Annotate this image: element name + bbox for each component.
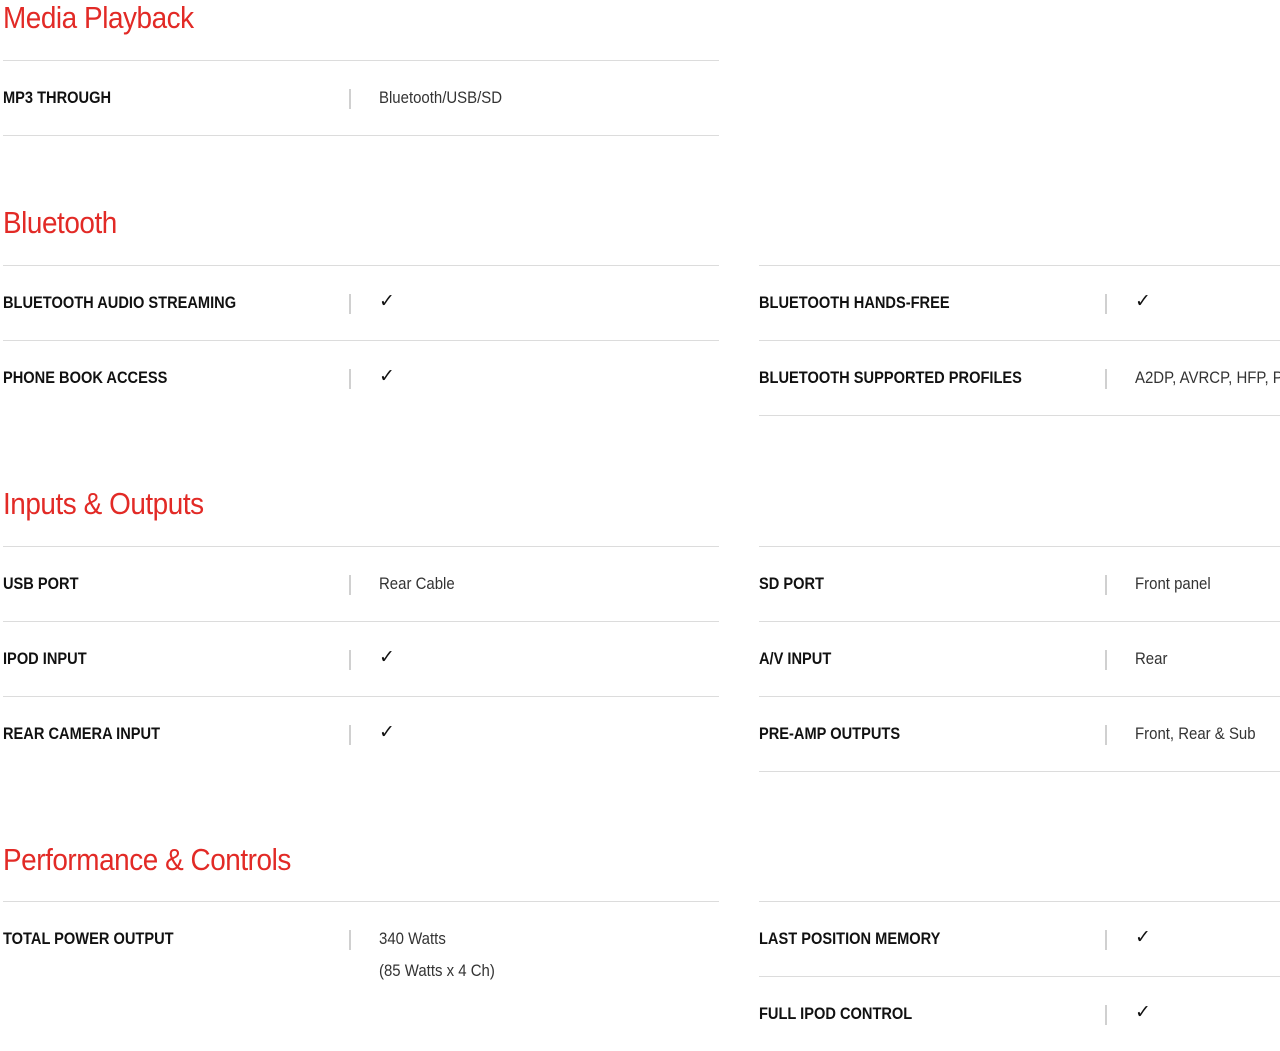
spec-label: PHONE BOOK ACCESS	[3, 368, 168, 387]
spec-value: 340 Watts (85 Watts x 4 Ch)	[379, 929, 495, 981]
spec-row-usb-port: USB PORT Rear Cable	[3, 546, 719, 622]
separator	[1105, 650, 1107, 670]
separator	[349, 725, 351, 745]
spec-label: BLUETOOTH SUPPORTED PROFILES	[759, 368, 1022, 387]
spec-row-total-power-output: TOTAL POWER OUTPUT 340 Watts (85 Watts x…	[3, 901, 719, 980]
spec-label: TOTAL POWER OUTPUT	[3, 929, 174, 948]
check-icon: ✓	[1135, 290, 1151, 312]
spec-label: MP3 THROUGH	[3, 88, 112, 107]
separator	[1105, 369, 1107, 389]
separator	[1105, 294, 1107, 314]
spec-value: Front, Rear & Sub	[1135, 724, 1256, 743]
check-icon: ✓	[379, 721, 395, 743]
spec-row-rear-camera-input: REAR CAMERA INPUT ✓	[3, 697, 719, 771]
spec-label: REAR CAMERA INPUT	[3, 724, 161, 743]
separator	[349, 575, 351, 595]
spec-row-av-input: A/V INPUT Rear	[759, 622, 1280, 697]
separator	[1105, 1005, 1107, 1025]
spec-row-ipod-input: IPOD INPUT ✓	[3, 622, 719, 697]
spec-value: A2DP, AVRCP, HFP, PBA	[1135, 368, 1280, 387]
performance-spec-list-left: TOTAL POWER OUTPUT 340 Watts (85 Watts x…	[3, 901, 719, 980]
spec-label: SD PORT	[759, 574, 824, 593]
spec-row-last-position-memory: LAST POSITION MEMORY ✓	[759, 901, 1280, 977]
media-playback-spec-list: MP3 THROUGH Bluetooth/USB/SD	[3, 60, 719, 136]
section-title-bluetooth: Bluetooth	[3, 205, 117, 240]
spec-label: BLUETOOTH AUDIO STREAMING	[3, 293, 237, 312]
spec-value: Rear	[1135, 649, 1168, 668]
separator	[1105, 725, 1107, 745]
separator	[349, 369, 351, 389]
spec-label: IPOD INPUT	[3, 649, 87, 668]
spec-row-full-ipod-control: FULL IPOD CONTROL ✓	[759, 977, 1280, 1051]
spec-value: Bluetooth/USB/SD	[379, 88, 503, 107]
spec-value: Rear Cable	[379, 574, 455, 593]
check-icon: ✓	[1135, 926, 1151, 948]
spec-row-bluetooth-supported-profiles: BLUETOOTH SUPPORTED PROFILES A2DP, AVRCP…	[759, 341, 1280, 416]
section-title-performance-controls: Performance & Controls	[3, 842, 291, 877]
bluetooth-spec-list-left: BLUETOOTH AUDIO STREAMING ✓ PHONE BOOK A…	[3, 265, 719, 415]
spec-label: BLUETOOTH HANDS-FREE	[759, 293, 950, 312]
spec-value-line2: (85 Watts x 4 Ch)	[379, 961, 495, 980]
check-icon: ✓	[379, 290, 395, 312]
separator	[349, 89, 351, 109]
spec-row-bluetooth-hands-free: BLUETOOTH HANDS-FREE ✓	[759, 265, 1280, 341]
spec-row-sd-port: SD PORT Front panel	[759, 546, 1280, 622]
check-icon: ✓	[1135, 1001, 1151, 1023]
spec-row-phone-book-access: PHONE BOOK ACCESS ✓	[3, 341, 719, 415]
separator	[349, 650, 351, 670]
spec-value: Front panel	[1135, 574, 1211, 593]
spec-label: PRE-AMP OUTPUTS	[759, 724, 901, 743]
check-icon: ✓	[379, 365, 395, 387]
spec-label: USB PORT	[3, 574, 79, 593]
section-title-media-playback: Media Playback	[3, 0, 194, 35]
spec-label: FULL IPOD CONTROL	[759, 1004, 913, 1023]
spec-label: LAST POSITION MEMORY	[759, 929, 941, 948]
io-spec-list-right: SD PORT Front panel A/V INPUT Rear PRE-A…	[759, 546, 1280, 772]
bluetooth-spec-list-right: BLUETOOTH HANDS-FREE ✓ BLUETOOTH SUPPORT…	[759, 265, 1280, 416]
performance-spec-list-right: LAST POSITION MEMORY ✓ FULL IPOD CONTROL…	[759, 901, 1280, 1051]
separator	[349, 294, 351, 314]
spec-label: A/V INPUT	[759, 649, 832, 668]
io-spec-list-left: USB PORT Rear Cable IPOD INPUT ✓ REAR CA…	[3, 546, 719, 771]
spec-row-pre-amp-outputs: PRE-AMP OUTPUTS Front, Rear & Sub	[759, 697, 1280, 772]
spec-value-line1: 340 Watts	[379, 929, 446, 948]
section-title-inputs-outputs: Inputs & Outputs	[3, 486, 204, 521]
separator	[349, 930, 351, 950]
spec-row-mp3-through: MP3 THROUGH Bluetooth/USB/SD	[3, 60, 719, 136]
check-icon: ✓	[379, 646, 395, 668]
spec-row-bluetooth-audio-streaming: BLUETOOTH AUDIO STREAMING ✓	[3, 265, 719, 341]
separator	[1105, 930, 1107, 950]
separator	[1105, 575, 1107, 595]
